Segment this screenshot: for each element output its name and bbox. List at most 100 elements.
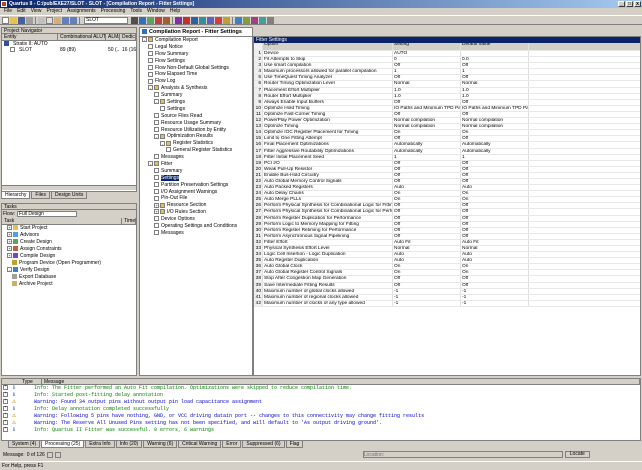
message-row[interactable]: + ℹ Info: Delay annotation completed succe… <box>2 406 640 413</box>
report-tree-item[interactable]: Resource Usage Summary <box>140 120 252 127</box>
timing-analyzer-icon[interactable] <box>207 16 214 24</box>
expand-icon[interactable]: + <box>3 420 8 426</box>
task-item[interactable]: - Verify Design <box>2 267 136 274</box>
chip-planner-icon[interactable] <box>155 16 162 24</box>
report-tree-item[interactable]: Messages <box>140 154 252 161</box>
settings-icon[interactable] <box>131 16 138 24</box>
expand-icon[interactable]: + <box>7 232 12 238</box>
undo-icon[interactable] <box>62 16 69 24</box>
redo-icon[interactable] <box>70 16 77 24</box>
report-tree-item[interactable]: + I/O Rules Section <box>140 209 252 216</box>
column-message[interactable]: Message <box>42 379 640 384</box>
settings-row[interactable]: 42 Maximum number of clocks of any type a… <box>254 300 640 307</box>
collapse-icon[interactable]: - <box>154 99 159 105</box>
print-icon[interactable] <box>26 16 33 24</box>
analysis-synthesis-icon[interactable] <box>191 16 198 24</box>
report-tree-item[interactable]: Flow Log <box>140 78 252 85</box>
expand-icon[interactable]: + <box>7 246 12 252</box>
expand-icon[interactable]: + <box>3 406 8 412</box>
column-time[interactable]: Time <box>122 218 136 224</box>
task-item[interactable]: + Advisors <box>2 232 136 239</box>
task-item[interactable]: + Assign Constraints <box>2 246 136 253</box>
task-item[interactable]: Export Database <box>2 274 136 281</box>
simulator-icon[interactable] <box>215 16 222 24</box>
column-aluts[interactable]: Combinational ALUTs <box>58 34 106 40</box>
report-tree-item[interactable]: Partition Preservation Settings <box>140 182 252 189</box>
column-entity[interactable]: Entity <box>2 34 58 40</box>
expand-icon[interactable]: + <box>154 209 159 215</box>
navigator-row-slot[interactable]: SLOT 89 (89) 50 (... 16 (16) <box>2 47 136 53</box>
expand-icon[interactable]: + <box>7 225 12 231</box>
report-tree-item[interactable]: Flow Non-Default Global Settings <box>140 65 252 72</box>
message-row[interactable]: + ⚠ Warning: Following 5 pins have nothing… <box>2 413 640 420</box>
tab-processing[interactable]: Processing (25) <box>41 441 85 448</box>
report-tree-item[interactable]: General Register Statistics <box>140 147 252 154</box>
report-tree-item[interactable]: I/O Assignment Warnings <box>140 189 252 196</box>
location-input[interactable] <box>362 451 563 458</box>
menu-edit[interactable]: Edit <box>15 8 28 15</box>
cut-icon[interactable] <box>38 16 45 24</box>
compilation-report-icon[interactable] <box>235 16 242 24</box>
report-tree-item[interactable]: - Optimization Results <box>140 133 252 140</box>
tab-files[interactable]: Files <box>31 192 50 199</box>
report-tree-item[interactable]: Flow Settings <box>140 58 252 65</box>
message-row[interactable]: + ℹ Info: Quartus II Fitter was successful… <box>2 427 640 434</box>
expand-icon[interactable]: + <box>3 392 8 398</box>
expand-icon[interactable]: + <box>3 399 8 405</box>
report-tree-item[interactable]: - Register Statistics <box>140 140 252 147</box>
menu-file[interactable]: File <box>2 8 14 15</box>
collapse-icon[interactable]: - <box>154 133 159 139</box>
report-tree-item[interactable]: - Analysis & Synthesis <box>140 85 252 92</box>
tab-suppressed[interactable]: Suppressed (6) <box>242 441 285 448</box>
expand-icon[interactable]: + <box>3 385 8 391</box>
tab-design-units[interactable]: Design Units <box>50 192 88 199</box>
flow-dropdown[interactable]: Full Design <box>16 211 77 217</box>
column-alms[interactable]: ALMs <box>106 34 120 40</box>
task-item[interactable]: + Compile Design <box>2 253 136 260</box>
expand-icon[interactable]: + <box>3 427 8 433</box>
column-task[interactable]: Task <box>2 218 123 224</box>
column-option[interactable]: Option <box>263 43 393 50</box>
tab-extra-info[interactable]: Extra Info <box>85 441 115 448</box>
report-tree-item[interactable]: - Settings <box>140 99 252 106</box>
column-default-value[interactable]: Default Value <box>461 43 529 50</box>
report-tree-item[interactable]: - Compilation Report <box>140 37 252 44</box>
message-row[interactable]: + ℹ Info: The Fitter performed an Auto Fit… <box>2 385 640 392</box>
task-item[interactable]: Archive Project <box>2 281 136 288</box>
task-item[interactable]: + Start Project <box>2 225 136 232</box>
message-row[interactable]: + ℹ Info: Started post-fitting delay annot… <box>2 392 640 399</box>
tab-hierarchy[interactable]: Hierarchy <box>1 192 31 199</box>
maximize-button[interactable]: □ <box>626 1 633 7</box>
collapse-icon[interactable]: - <box>160 140 165 146</box>
help-icon[interactable] <box>267 16 274 24</box>
navigator-hscrollbar[interactable] <box>2 185 136 190</box>
technology-map-viewer-icon[interactable] <box>251 16 258 24</box>
paste-icon[interactable] <box>54 16 61 24</box>
report-tree-item[interactable]: Flow Summary <box>140 51 252 58</box>
message-up-icon[interactable] <box>46 451 53 458</box>
report-tree-item[interactable]: - Fitter <box>140 161 252 168</box>
report-tree-item[interactable]: + Resource Section <box>140 202 252 209</box>
report-tree-item[interactable]: Summary <box>140 168 252 175</box>
report-tree-item[interactable]: Device Options <box>140 216 252 223</box>
collapse-icon[interactable]: - <box>148 85 153 91</box>
close-button[interactable]: x <box>634 1 641 7</box>
top-level-entity-combo[interactable]: SLOT <box>84 16 128 24</box>
tab-critical-warning[interactable]: Critical Warning <box>178 441 222 448</box>
tab-system[interactable]: System (4) <box>8 441 41 448</box>
assignment-editor-icon[interactable] <box>139 16 146 24</box>
report-tree-item[interactable]: Source Files Read <box>140 113 252 120</box>
locate-button[interactable]: Locate <box>564 451 590 458</box>
tab-warning[interactable]: Warning (6) <box>143 441 178 448</box>
message-down-icon[interactable] <box>54 451 61 458</box>
minimize-button[interactable]: _ <box>618 1 625 7</box>
message-row[interactable]: + ⚠ Warning: Found 34 output pins without … <box>2 399 640 406</box>
column-setting[interactable]: Setting <box>393 43 461 50</box>
column-type[interactable]: Type <box>2 379 42 384</box>
menu-tools[interactable]: Tools <box>128 8 144 15</box>
expand-icon[interactable]: + <box>154 202 159 208</box>
menu-help[interactable]: Help <box>168 8 182 15</box>
design-partitions-icon[interactable] <box>163 16 170 24</box>
report-tree-item[interactable]: Messages <box>140 230 252 237</box>
new-file-icon[interactable] <box>2 16 9 24</box>
